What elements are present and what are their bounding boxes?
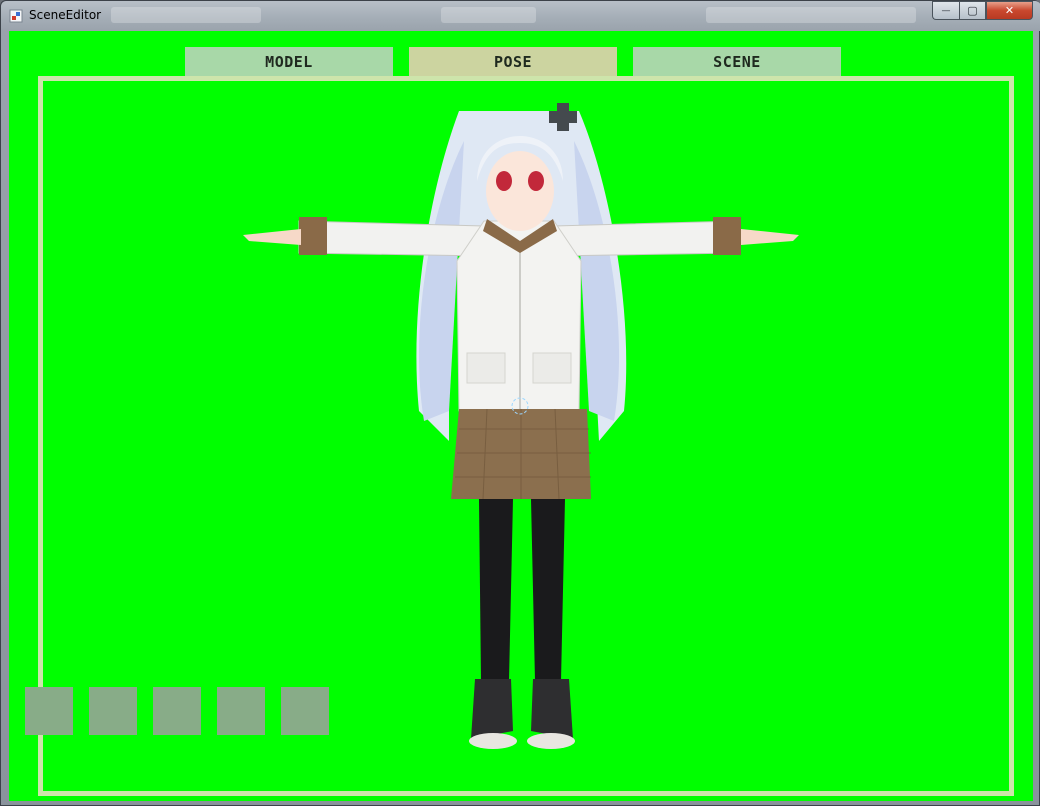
title-bar[interactable]: SceneEditor — ▢ ✕ <box>1 1 1040 31</box>
background-blur <box>111 7 261 23</box>
background-blur <box>706 7 916 23</box>
minimize-icon: — <box>941 5 951 16</box>
app-window: SceneEditor — ▢ ✕ MODEL POSE SCENE <box>0 0 1040 806</box>
window-controls: — ▢ ✕ <box>932 1 1033 21</box>
slot-button[interactable] <box>25 687 73 735</box>
slot-button[interactable] <box>89 687 137 735</box>
app-icon <box>9 9 23 23</box>
window-title: SceneEditor <box>29 8 102 22</box>
tab-scene[interactable]: SCENE <box>633 47 841 76</box>
tab-pose-label: POSE <box>493 52 533 71</box>
maximize-button[interactable]: ▢ <box>959 1 986 20</box>
tab-model[interactable]: MODEL <box>185 47 393 76</box>
minimize-button[interactable]: — <box>932 1 959 20</box>
close-icon: ✕ <box>1004 4 1015 17</box>
maximize-icon: ▢ <box>967 4 978 17</box>
slot-button[interactable] <box>217 687 265 735</box>
tab-pose[interactable]: POSE <box>409 47 617 76</box>
slot-button[interactable] <box>281 687 329 735</box>
tab-model-label: MODEL <box>265 52 313 71</box>
scene-viewport[interactable]: MODEL POSE SCENE <box>9 31 1033 801</box>
slot-button[interactable] <box>153 687 201 735</box>
background-blur <box>441 7 536 23</box>
close-button[interactable]: ✕ <box>986 1 1033 20</box>
tab-scene-label: SCENE <box>713 52 761 71</box>
